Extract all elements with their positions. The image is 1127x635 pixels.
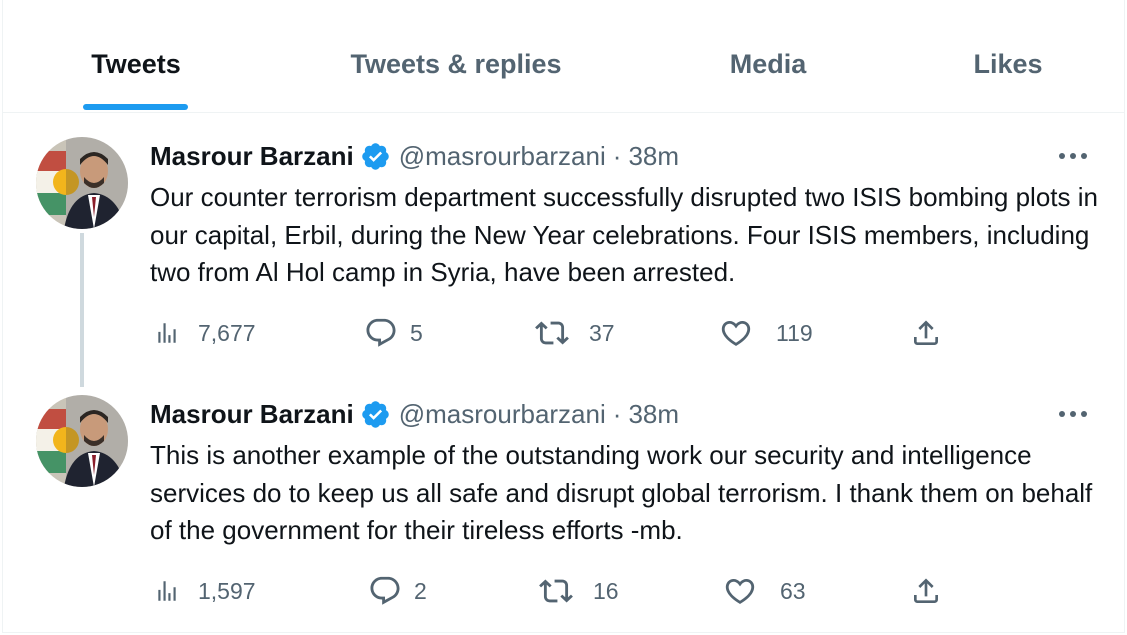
like-button[interactable]: 119 <box>719 316 813 350</box>
views-button[interactable]: 1,597 <box>154 574 256 608</box>
tweet-timestamp[interactable]: 38m <box>628 399 679 430</box>
thread-connector-line <box>80 233 84 387</box>
share-upload-icon <box>914 320 938 345</box>
tweet-1[interactable]: Masrour Barzani @masrourbarzani · 38m Ou… <box>3 113 1124 387</box>
retweet-button[interactable]: 37 <box>535 316 615 350</box>
retweet-icon <box>535 321 569 345</box>
tweet-text: Our counter terrorism department success… <box>150 182 1098 287</box>
like-count: 63 <box>780 577 806 604</box>
views-chart-icon <box>158 323 176 343</box>
header-separator: · <box>612 398 622 429</box>
reply-bubble-icon <box>366 318 396 347</box>
like-count: 119 <box>776 319 813 346</box>
profile-timeline: Tweets Tweets & replies Media Likes Masr… <box>2 0 1125 633</box>
views-count: 1,597 <box>198 577 256 604</box>
tweet-text: This is another example of the outstandi… <box>150 440 1093 545</box>
retweet-count: 37 <box>589 319 615 346</box>
author-display-name[interactable]: Masrour Barzani <box>150 399 354 430</box>
reply-count: 2 <box>414 577 427 604</box>
author-handle[interactable]: @masrourbarzani <box>399 399 606 430</box>
tab-media[interactable]: Media <box>703 0 833 112</box>
author-display-name[interactable]: Masrour Barzani <box>150 141 354 172</box>
views-count: 7,677 <box>198 319 256 346</box>
avatar[interactable] <box>36 395 128 487</box>
active-tab-indicator <box>83 104 188 110</box>
tab-tweets[interactable]: Tweets <box>61 0 211 112</box>
like-button[interactable]: 63 <box>723 574 806 608</box>
more-options-button[interactable] <box>1056 139 1090 173</box>
tweet-actions: 1,597 2 16 63 <box>150 574 950 608</box>
tweet-actions: 7,677 5 37 119 <box>150 316 950 350</box>
share-button[interactable] <box>910 574 942 608</box>
tweet-timestamp[interactable]: 38m <box>628 141 679 172</box>
header-separator: · <box>612 140 622 171</box>
author-handle[interactable]: @masrourbarzani <box>399 141 606 172</box>
profile-tabs: Tweets Tweets & replies Media Likes <box>3 0 1124 113</box>
reply-count: 5 <box>410 319 423 346</box>
tweet-2[interactable]: Masrour Barzani @masrourbarzani · 38m Th… <box>3 371 1124 633</box>
retweet-icon <box>539 579 573 603</box>
heart-icon <box>725 578 755 604</box>
views-chart-icon <box>158 581 176 601</box>
tweet-header: Masrour Barzani @masrourbarzani · 38m <box>150 139 679 173</box>
more-options-button[interactable] <box>1056 397 1090 431</box>
views-button[interactable]: 7,677 <box>154 316 256 350</box>
avatar[interactable] <box>36 137 128 229</box>
reply-button[interactable]: 2 <box>368 574 427 608</box>
reply-button[interactable]: 5 <box>364 316 423 350</box>
tab-likes[interactable]: Likes <box>958 0 1058 112</box>
verified-badge-icon <box>360 141 391 172</box>
more-dots-icon <box>1059 411 1087 417</box>
retweet-count: 16 <box>593 577 619 604</box>
heart-icon <box>721 320 751 346</box>
tab-media-label: Media <box>729 48 807 79</box>
verified-badge-icon <box>360 399 391 430</box>
more-dots-icon <box>1059 153 1087 159</box>
reply-bubble-icon <box>370 576 400 605</box>
retweet-button[interactable]: 16 <box>539 574 619 608</box>
share-button[interactable] <box>910 316 942 350</box>
tweet-header: Masrour Barzani @masrourbarzani · 38m <box>150 397 679 431</box>
tab-tweets-and-replies-label: Tweets & replies <box>350 48 562 79</box>
tab-likes-label: Likes <box>973 48 1043 79</box>
share-upload-icon <box>914 578 938 603</box>
tab-tweets-label: Tweets <box>91 48 181 79</box>
tab-tweets-and-replies[interactable]: Tweets & replies <box>321 0 591 112</box>
